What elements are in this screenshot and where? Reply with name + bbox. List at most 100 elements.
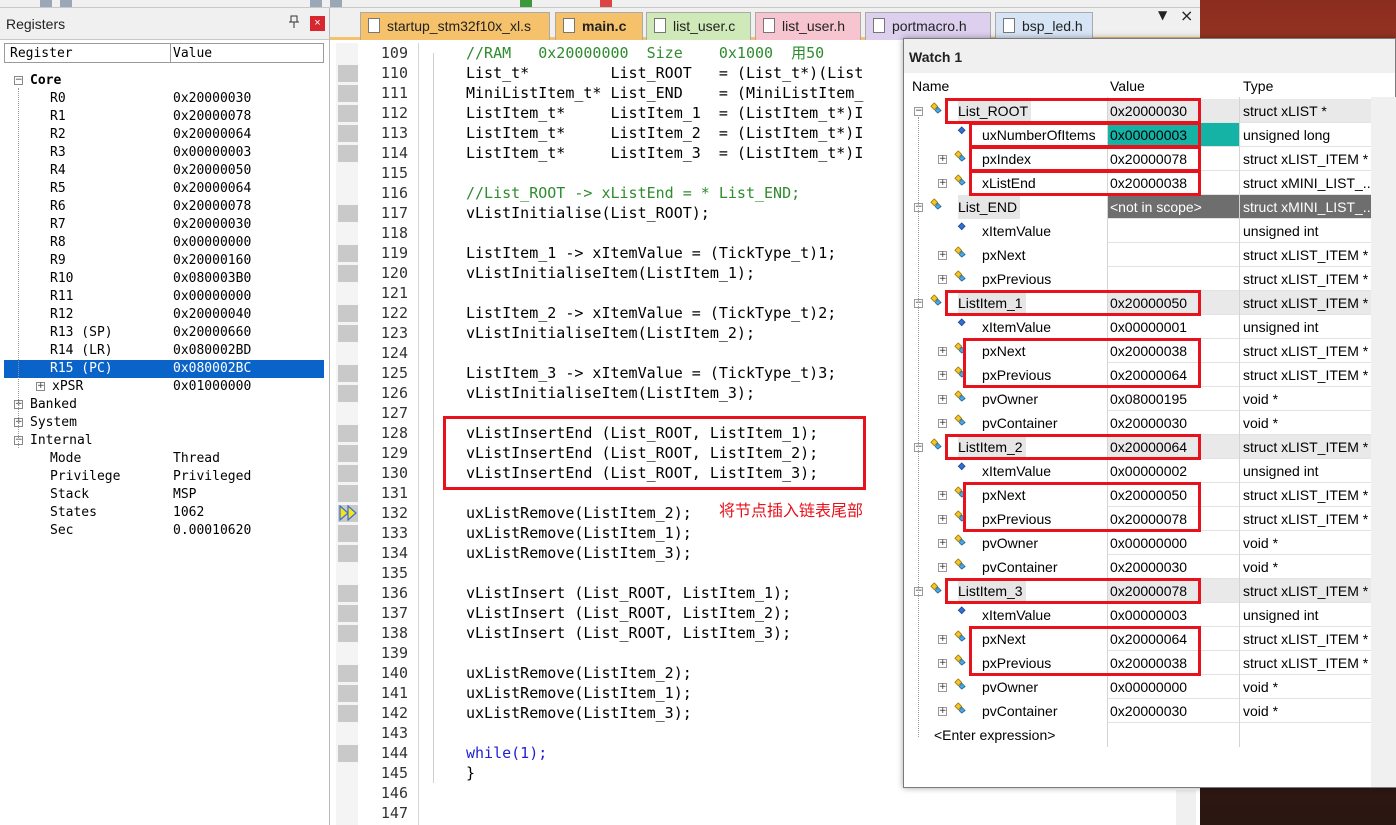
watch-value[interactable] xyxy=(1107,267,1239,291)
watch-value[interactable]: 0x00000001 xyxy=(1107,315,1239,339)
tab-bsp-led-h[interactable]: bsp_led.h xyxy=(995,12,1093,40)
column-header-name[interactable]: Name xyxy=(912,78,949,94)
register-row[interactable]: R3 0x00000003 xyxy=(4,144,324,162)
register-row[interactable]: R6 0x20000078 xyxy=(4,198,324,216)
executable-line-marker[interactable] xyxy=(338,325,358,342)
executable-line-marker[interactable] xyxy=(338,305,358,322)
toolbar-button[interactable] xyxy=(40,0,52,7)
expand-icon[interactable]: + xyxy=(938,155,947,164)
register-row[interactable]: Privilege Privileged xyxy=(4,468,324,486)
toolbar-button[interactable] xyxy=(310,0,322,7)
code-line[interactable]: 147 xyxy=(358,803,1198,823)
toolbar-button[interactable] xyxy=(330,0,342,7)
watch-row[interactable]: + pvOwner 0x08000195 void * xyxy=(904,387,1396,411)
executable-line-marker[interactable] xyxy=(338,625,358,642)
executable-line-marker[interactable] xyxy=(338,445,358,462)
toolbar-button[interactable] xyxy=(520,0,532,7)
watch-row[interactable]: + pvContainer 0x20000030 void * xyxy=(904,699,1396,723)
expand-icon[interactable]: + xyxy=(938,251,947,260)
watch-value[interactable]: 0x00000003 xyxy=(1107,603,1239,627)
watch-row[interactable]: xItemValue 0x00000003 unsigned int xyxy=(904,603,1396,627)
register-row[interactable]: States 1062 xyxy=(4,504,324,522)
executable-line-marker[interactable] xyxy=(338,65,358,82)
watch-scrollbar[interactable] xyxy=(1371,97,1396,787)
column-header-value[interactable]: Value xyxy=(1110,78,1145,94)
watch-titlebar[interactable]: Watch 1 xyxy=(904,39,1395,73)
executable-line-marker[interactable] xyxy=(338,245,358,262)
close-icon[interactable]: × xyxy=(1180,6,1193,25)
watch-row[interactable]: + pxPrevious struct xLIST_ITEM * xyxy=(904,267,1396,291)
watch-value[interactable] xyxy=(1107,243,1239,267)
register-row[interactable]: R0 0x20000030 xyxy=(4,90,324,108)
watch-row[interactable]: + pvOwner 0x00000000 void * xyxy=(904,531,1396,555)
register-row[interactable]: R1 0x20000078 xyxy=(4,108,324,126)
executable-line-marker[interactable] xyxy=(338,85,358,102)
column-header-register[interactable]: Register xyxy=(10,46,73,61)
column-header-value[interactable]: Value xyxy=(173,46,212,61)
watch-row[interactable]: xItemValue 0x00000001 unsigned int xyxy=(904,315,1396,339)
executable-line-marker[interactable] xyxy=(338,365,358,382)
expand-icon[interactable]: + xyxy=(938,539,947,548)
register-row[interactable]: R2 0x20000064 xyxy=(4,126,324,144)
watch-value[interactable]: 0x00000000 xyxy=(1107,531,1239,555)
executable-line-marker[interactable] xyxy=(338,205,358,222)
executable-line-marker[interactable] xyxy=(338,685,358,702)
executable-line-marker[interactable] xyxy=(338,485,358,502)
executable-line-marker[interactable] xyxy=(338,525,358,542)
watch-value[interactable]: 0x20000030 xyxy=(1107,699,1239,723)
expand-icon[interactable]: + xyxy=(938,275,947,284)
watch-value[interactable]: 0x20000030 xyxy=(1107,555,1239,579)
collapse-icon[interactable]: − xyxy=(914,107,923,116)
executable-line-marker[interactable] xyxy=(338,465,358,482)
register-row[interactable]: R9 0x20000160 xyxy=(4,252,324,270)
collapse-icon[interactable]: − xyxy=(14,76,23,85)
watch-value[interactable] xyxy=(1107,219,1239,243)
executable-line-marker[interactable] xyxy=(338,125,358,142)
tab-startup-stm32f10x-xl-s[interactable]: startup_stm32f10x_xl.s xyxy=(360,12,550,40)
expand-icon[interactable]: + xyxy=(938,491,947,500)
executable-line-marker[interactable] xyxy=(338,745,358,762)
register-row[interactable]: R12 0x20000040 xyxy=(4,306,324,324)
register-row[interactable]: R7 0x20000030 xyxy=(4,216,324,234)
register-group-system[interactable]: + System xyxy=(4,414,324,432)
executable-line-marker[interactable] xyxy=(338,385,358,402)
executable-line-marker[interactable] xyxy=(338,545,358,562)
watch-row[interactable]: + pvContainer 0x20000030 void * xyxy=(904,411,1396,435)
register-group-core[interactable]: − Core xyxy=(4,72,324,90)
register-row[interactable]: R8 0x00000000 xyxy=(4,234,324,252)
expand-icon[interactable]: + xyxy=(938,563,947,572)
register-row[interactable]: R4 0x20000050 xyxy=(4,162,324,180)
executable-line-marker[interactable] xyxy=(338,585,358,602)
executable-line-marker[interactable] xyxy=(338,605,358,622)
tab-list-user-c[interactable]: list_user.c xyxy=(646,12,751,40)
register-row[interactable]: Stack MSP xyxy=(4,486,324,504)
register-row[interactable]: R11 0x00000000 xyxy=(4,288,324,306)
register-row[interactable]: Sec 0.00010620 xyxy=(4,522,324,540)
expand-icon[interactable]: + xyxy=(36,382,45,391)
register-row[interactable]: R15 (PC) 0x080002BC xyxy=(4,360,324,378)
register-row[interactable]: R14 (LR) 0x080002BD xyxy=(4,342,324,360)
watch-value[interactable]: 0x00000000 xyxy=(1107,675,1239,699)
tab-main-c[interactable]: main.c xyxy=(555,12,643,40)
enter-expression-row[interactable]: <Enter expression> xyxy=(904,723,1396,747)
tabs-dropdown-icon[interactable]: ▼ xyxy=(1158,8,1167,22)
toolbar-button[interactable] xyxy=(600,0,612,7)
watch-row[interactable]: − List_END <not in scope> struct xMINI_LIST… xyxy=(904,195,1396,219)
register-row[interactable]: Mode Thread xyxy=(4,450,324,468)
register-row[interactable]: R13 (SP) 0x20000660 xyxy=(4,324,324,342)
tab-list-user-h[interactable]: list_user.h xyxy=(755,12,861,40)
expand-icon[interactable]: + xyxy=(938,347,947,356)
watch-value[interactable]: <not in scope> xyxy=(1107,195,1239,219)
toolbar-button[interactable] xyxy=(60,0,72,7)
watch-row[interactable]: + pvOwner 0x00000000 void * xyxy=(904,675,1396,699)
register-row[interactable]: R5 0x20000064 xyxy=(4,180,324,198)
expand-icon[interactable]: + xyxy=(938,635,947,644)
expand-icon[interactable]: + xyxy=(938,419,947,428)
expand-icon[interactable]: + xyxy=(938,707,947,716)
watch-row[interactable]: xItemValue unsigned int xyxy=(904,219,1396,243)
watch-value[interactable]: 0x08000195 xyxy=(1107,387,1239,411)
executable-line-marker[interactable] xyxy=(338,265,358,282)
editor-scrollbar[interactable] xyxy=(1176,790,1196,825)
expand-icon[interactable]: + xyxy=(938,683,947,692)
register-group-internal[interactable]: − Internal xyxy=(4,432,324,450)
